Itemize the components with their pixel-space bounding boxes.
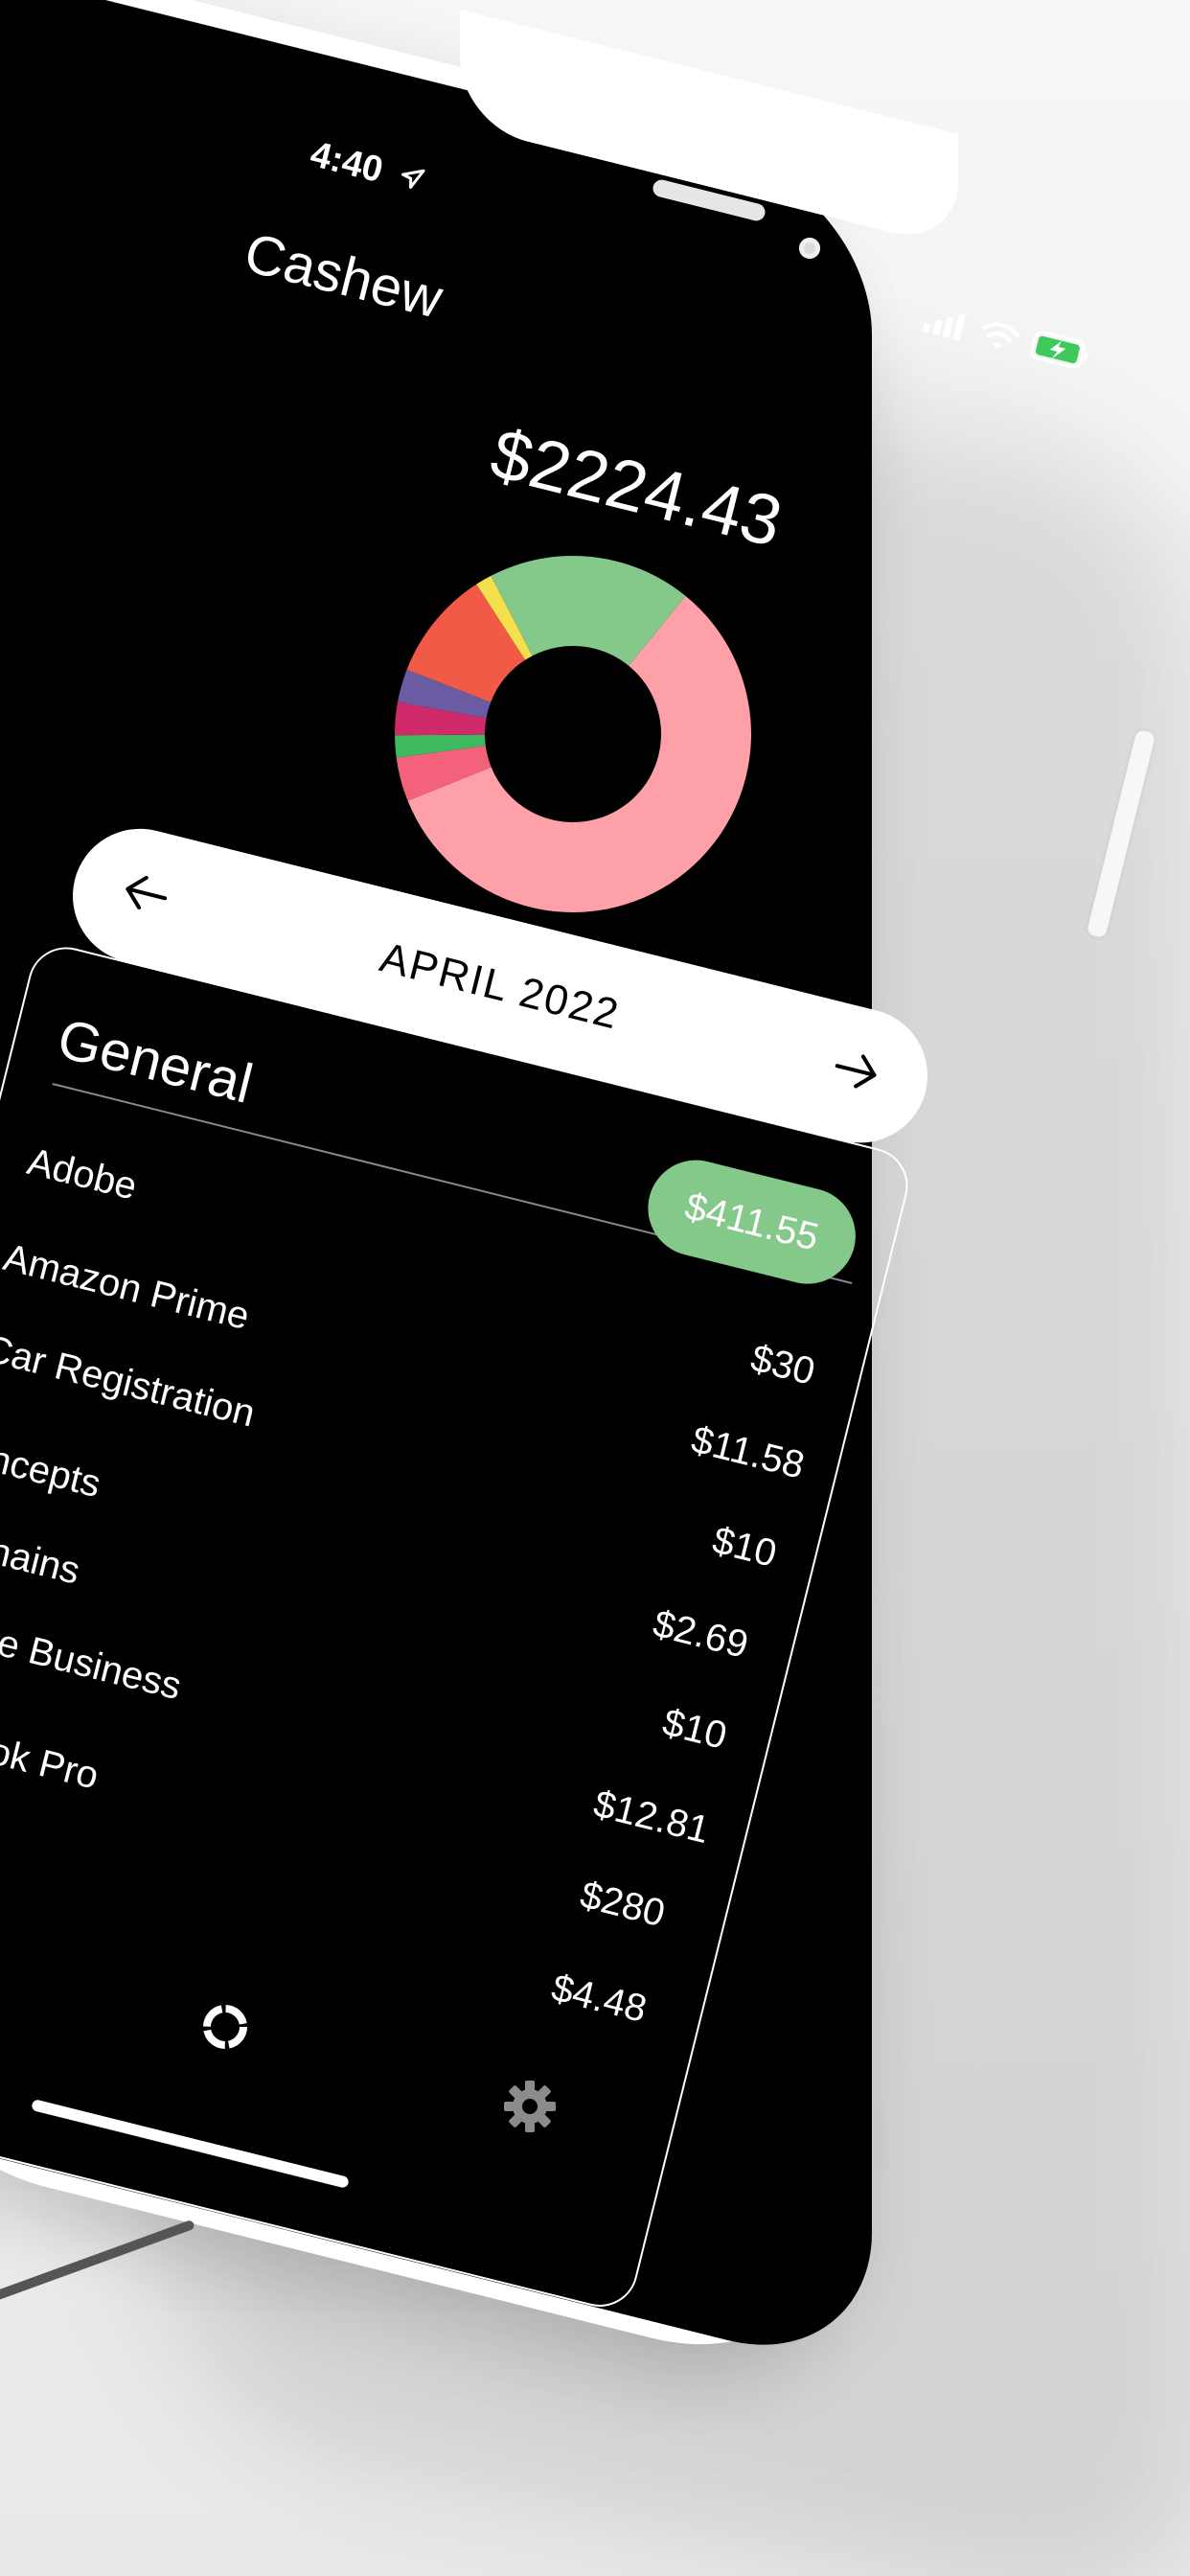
spending-donut-chart[interactable] [355,516,791,953]
wifi-icon [976,317,1021,359]
battery-charging-icon [1027,329,1093,378]
nav-home-button[interactable] [196,1998,254,2056]
status-icons [921,302,1093,377]
app-promo-stage: 4:40 Cashew $2224.43 APRIL 2022 General … [0,0,1190,2576]
category-card [0,939,916,2315]
app-content: 4:40 Cashew $2224.43 APRIL 2022 General … [0,0,1190,2576]
status-time: 4:40 [306,134,387,192]
status-time-group: 4:40 [307,134,428,202]
nav-settings-button[interactable] [498,2075,561,2138]
phone-screen: 4:40 Cashew $2224.43 APRIL 2022 General … [0,0,1190,2576]
arrow-right-icon [828,1040,884,1106]
phone-device: 4:40 Cashew $2224.43 APRIL 2022 General … [0,0,1190,2576]
donut-chart-icon [196,2005,254,2059]
location-arrow-icon [394,156,428,202]
signal-icon [921,304,972,347]
gear-icon [498,2081,561,2142]
app-title: Cashew [239,220,449,331]
